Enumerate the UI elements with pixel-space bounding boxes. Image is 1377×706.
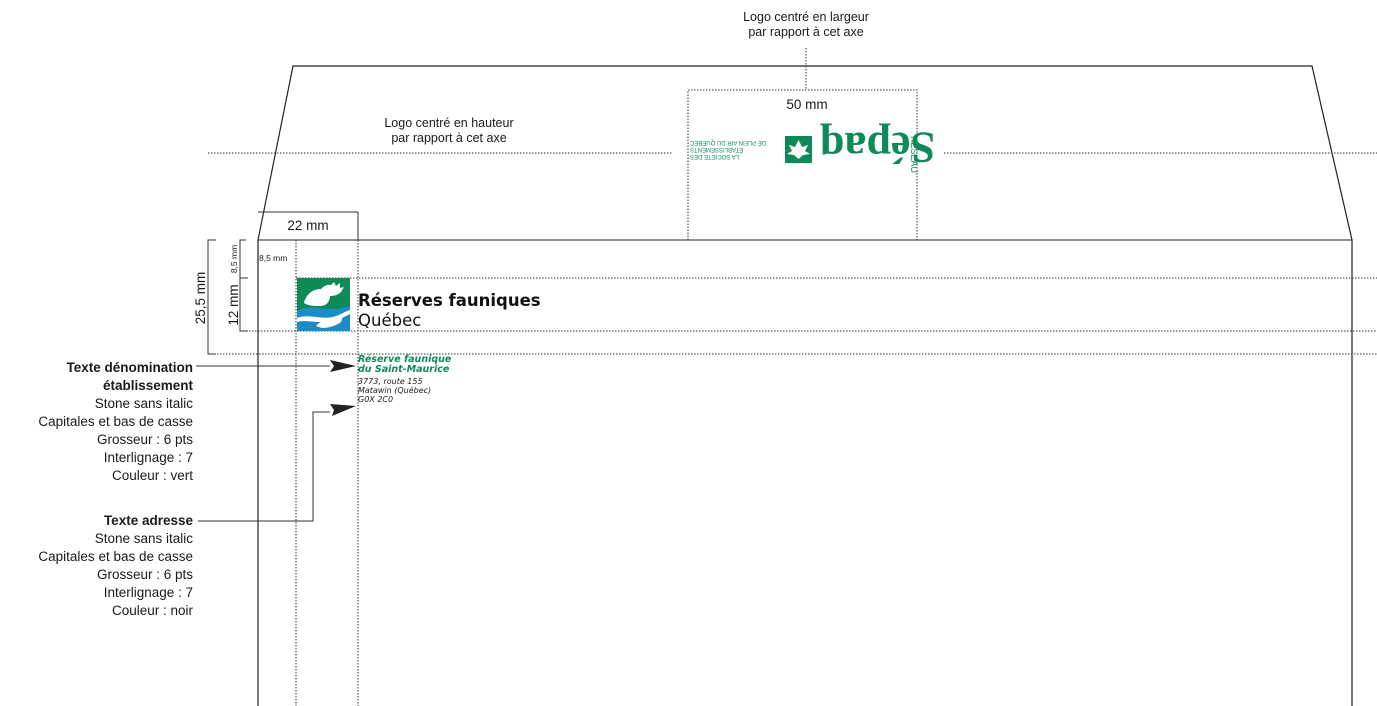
width-axis-annotation: Logo centré en largeur par rapport à cet… <box>706 10 906 40</box>
spec-denomination: Texte dénomination établissement Stone s… <box>38 359 193 485</box>
top-offset-vertical-label: 8,5 mm <box>229 244 239 274</box>
denomination-arrowhead <box>330 360 356 372</box>
spec-address-font: Stone sans italic <box>94 531 193 546</box>
flap-logo-width-label: 50 mm <box>786 97 828 112</box>
margin-width-label: 22 mm <box>287 218 329 233</box>
spec-denomination-case: Capitales et bas de casse <box>38 414 193 429</box>
envelope-outline-drawing <box>196 48 1377 706</box>
brand-title: Réserves fauniques <box>358 291 541 310</box>
sepaq-tagline-line2: ÉTABLISSEMENTS <box>690 146 744 152</box>
spec-address-case: Capitales et bas de casse <box>38 549 193 564</box>
top-offset-bracket <box>239 239 246 278</box>
spec-denomination-color: Couleur : vert <box>111 468 193 483</box>
sepaq-emblem <box>785 136 812 163</box>
spec-denomination-title2: établissement <box>102 378 193 393</box>
reserves-fauniques-logo <box>297 278 350 331</box>
sepaq-tagline-line1: LA SOCIÉTÉ DES <box>690 153 740 159</box>
spec-denomination-title1: Texte dénomination <box>66 360 193 375</box>
spec-address-color: Couleur : noir <box>111 603 193 618</box>
address-postal: G0X 2C0 <box>358 395 394 404</box>
logo-height-label: 12 mm <box>226 284 241 326</box>
spec-denomination-font: Stone sans italic <box>94 396 193 411</box>
spec-address-title: Texte adresse <box>103 513 193 528</box>
brand-subtitle: Québec <box>358 311 422 330</box>
total-height-bracket <box>207 239 216 355</box>
address-leader <box>198 411 330 522</box>
spec-address-leading: Interlignage : 7 <box>103 585 193 600</box>
sepaq-tagline: LA SOCIÉTÉ DES ÉTABLISSEMENTS DE PLEIN A… <box>690 138 778 159</box>
width-axis-line1: Logo centré en largeur <box>743 10 869 24</box>
spec-address-size: Grosseur : 6 pts <box>96 567 193 582</box>
address-street: 3773, route 155 <box>358 377 423 386</box>
height-axis-line2: par rapport à cet axe <box>391 131 507 145</box>
width-axis-line2: par rapport à cet axe <box>748 25 864 39</box>
address-name-line2: du Saint-Maurice <box>358 364 450 375</box>
address-city: Matawin (Québec) <box>358 386 432 395</box>
height-axis-line1: Logo centré en hauteur <box>384 116 514 130</box>
spec-denomination-leading: Interlignage : 7 <box>103 450 193 465</box>
spec-address: Texte adresse Stone sans italic Capitale… <box>38 512 193 620</box>
height-axis-annotation: Logo centré en hauteur par rapport à cet… <box>349 116 549 146</box>
sepaq-tagline-line3: DE PLEIN AIR DU QUÉBEC <box>690 139 767 145</box>
address-arrowhead <box>330 404 356 416</box>
top-offset-horizontal-label: 8,5 mm <box>259 253 288 263</box>
spec-denomination-size: Grosseur : 6 pts <box>96 432 193 447</box>
sepaq-reseau-label: RÉSEAU <box>909 136 919 174</box>
total-height-label: 25,5 mm <box>193 271 208 325</box>
envelope-diagram: Logo centré en largeur par rapport à cet… <box>0 0 1377 706</box>
